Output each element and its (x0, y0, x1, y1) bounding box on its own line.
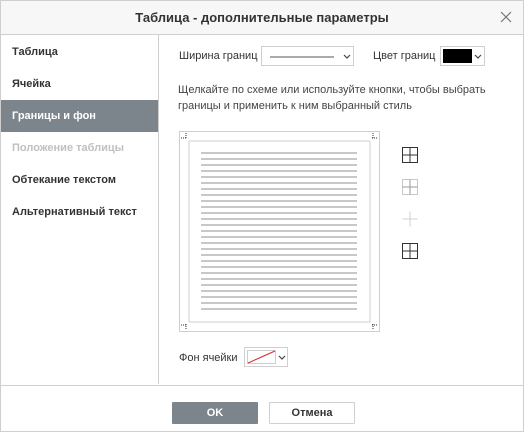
chevron-down-icon (343, 54, 351, 59)
instructions-text: Щелкайте по схеме или используйте кнопки… (178, 84, 486, 112)
border-color-select[interactable] (440, 46, 485, 66)
sidebar-item-table[interactable]: Таблица (1, 36, 158, 68)
sidebar-item-alt-text[interactable]: Альтернативный текст (1, 196, 158, 228)
sidebar: Таблица Ячейка Границы и фон Положение т… (1, 35, 159, 384)
color-swatch (443, 49, 472, 63)
close-icon[interactable] (499, 10, 513, 24)
sidebar-item-table-position: Положение таблицы (12, 142, 125, 154)
cancel-button[interactable]: Отмена (269, 402, 355, 424)
outer-border-icon[interactable] (400, 241, 420, 261)
sidebar-item-borders-background[interactable]: Границы и фон (1, 100, 158, 132)
sidebar-item-text-wrapping[interactable]: Обтекание текстом (1, 164, 158, 196)
line-preview-icon (270, 56, 334, 58)
table-advanced-settings-dialog: Таблица - дополнительные параметры Табли… (0, 0, 524, 432)
chevron-down-icon (474, 54, 482, 59)
no-fill-swatch-icon (247, 350, 276, 364)
borders-panel: Ширина границ Цвет границ Щелкайте по сх… (159, 35, 523, 384)
border-preview-scheme[interactable] (179, 131, 380, 332)
inner-borders-icon[interactable] (400, 177, 420, 197)
border-color-label: Цвет границ (373, 50, 436, 62)
dialog-footer: OK Отмена (1, 385, 523, 433)
sidebar-item-cell[interactable]: Ячейка (1, 68, 158, 100)
all-borders-icon[interactable] (400, 145, 420, 165)
cell-background-label: Фон ячейки (179, 352, 238, 364)
ok-button[interactable]: OK (172, 402, 258, 424)
cell-background-select[interactable] (244, 347, 288, 367)
no-borders-icon[interactable] (400, 209, 420, 229)
dialog-title: Таблица - дополнительные параметры (135, 10, 389, 25)
border-width-label: Ширина границ (179, 50, 258, 62)
border-width-select[interactable] (261, 46, 354, 66)
dialog-titlebar: Таблица - дополнительные параметры (1, 1, 523, 35)
chevron-down-icon (278, 355, 286, 360)
